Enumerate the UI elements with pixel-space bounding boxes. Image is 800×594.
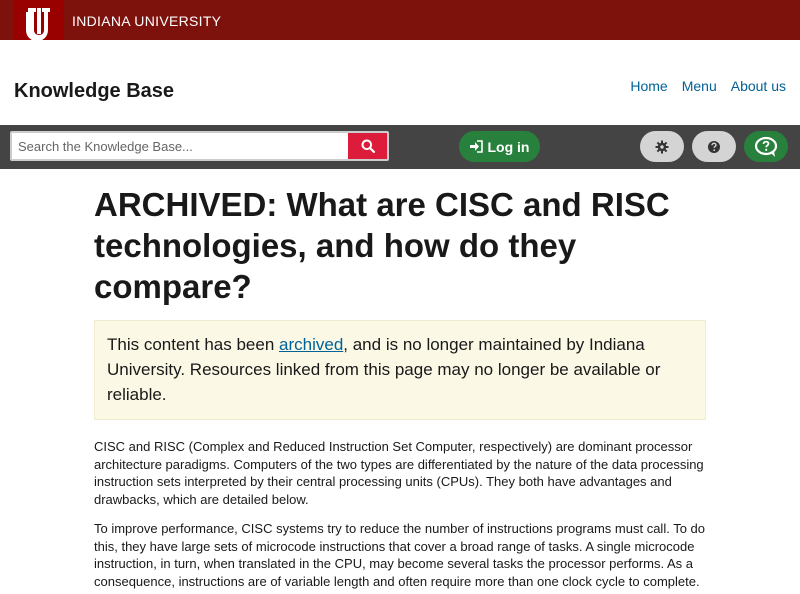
search-icon bbox=[361, 139, 375, 153]
site-header: Knowledge Base Home Menu About us bbox=[0, 40, 800, 125]
article: ARCHIVED: What are CISC and RISC technol… bbox=[94, 184, 706, 590]
article-paragraph: CISC and RISC (Complex and Reduced Instr… bbox=[94, 439, 704, 507]
top-nav: Home Menu About us bbox=[630, 78, 786, 94]
search-box bbox=[10, 131, 389, 161]
login-button[interactable]: Log in bbox=[459, 131, 540, 162]
chat-question-icon bbox=[754, 136, 778, 157]
archived-notice: This content has been archived, and is n… bbox=[94, 320, 706, 420]
nav-about-link[interactable]: About us bbox=[731, 78, 786, 94]
settings-button[interactable] bbox=[640, 131, 684, 162]
nav-menu-link[interactable]: Menu bbox=[682, 78, 717, 94]
university-name[interactable]: INDIANA UNIVERSITY bbox=[72, 13, 221, 29]
page-title: ARCHIVED: What are CISC and RISC technol… bbox=[94, 186, 670, 305]
login-icon bbox=[469, 140, 483, 153]
ask-expert-button[interactable] bbox=[744, 131, 788, 162]
notice-text-before: This content has been bbox=[107, 335, 280, 354]
gear-icon bbox=[655, 140, 669, 153]
help-button[interactable] bbox=[692, 131, 736, 162]
toolbar: Log in bbox=[0, 125, 800, 169]
nav-home-link[interactable]: Home bbox=[630, 78, 667, 94]
search-input[interactable] bbox=[12, 133, 348, 159]
archived-link[interactable]: archived bbox=[279, 335, 343, 354]
site-title[interactable]: Knowledge Base bbox=[14, 80, 174, 103]
question-icon bbox=[708, 140, 720, 153]
login-label: Log in bbox=[487, 138, 530, 155]
iu-banner: INDIANA UNIVERSITY bbox=[0, 0, 800, 57]
article-paragraph: To improve performance, CISC systems try… bbox=[94, 521, 705, 589]
search-button[interactable] bbox=[348, 133, 387, 159]
